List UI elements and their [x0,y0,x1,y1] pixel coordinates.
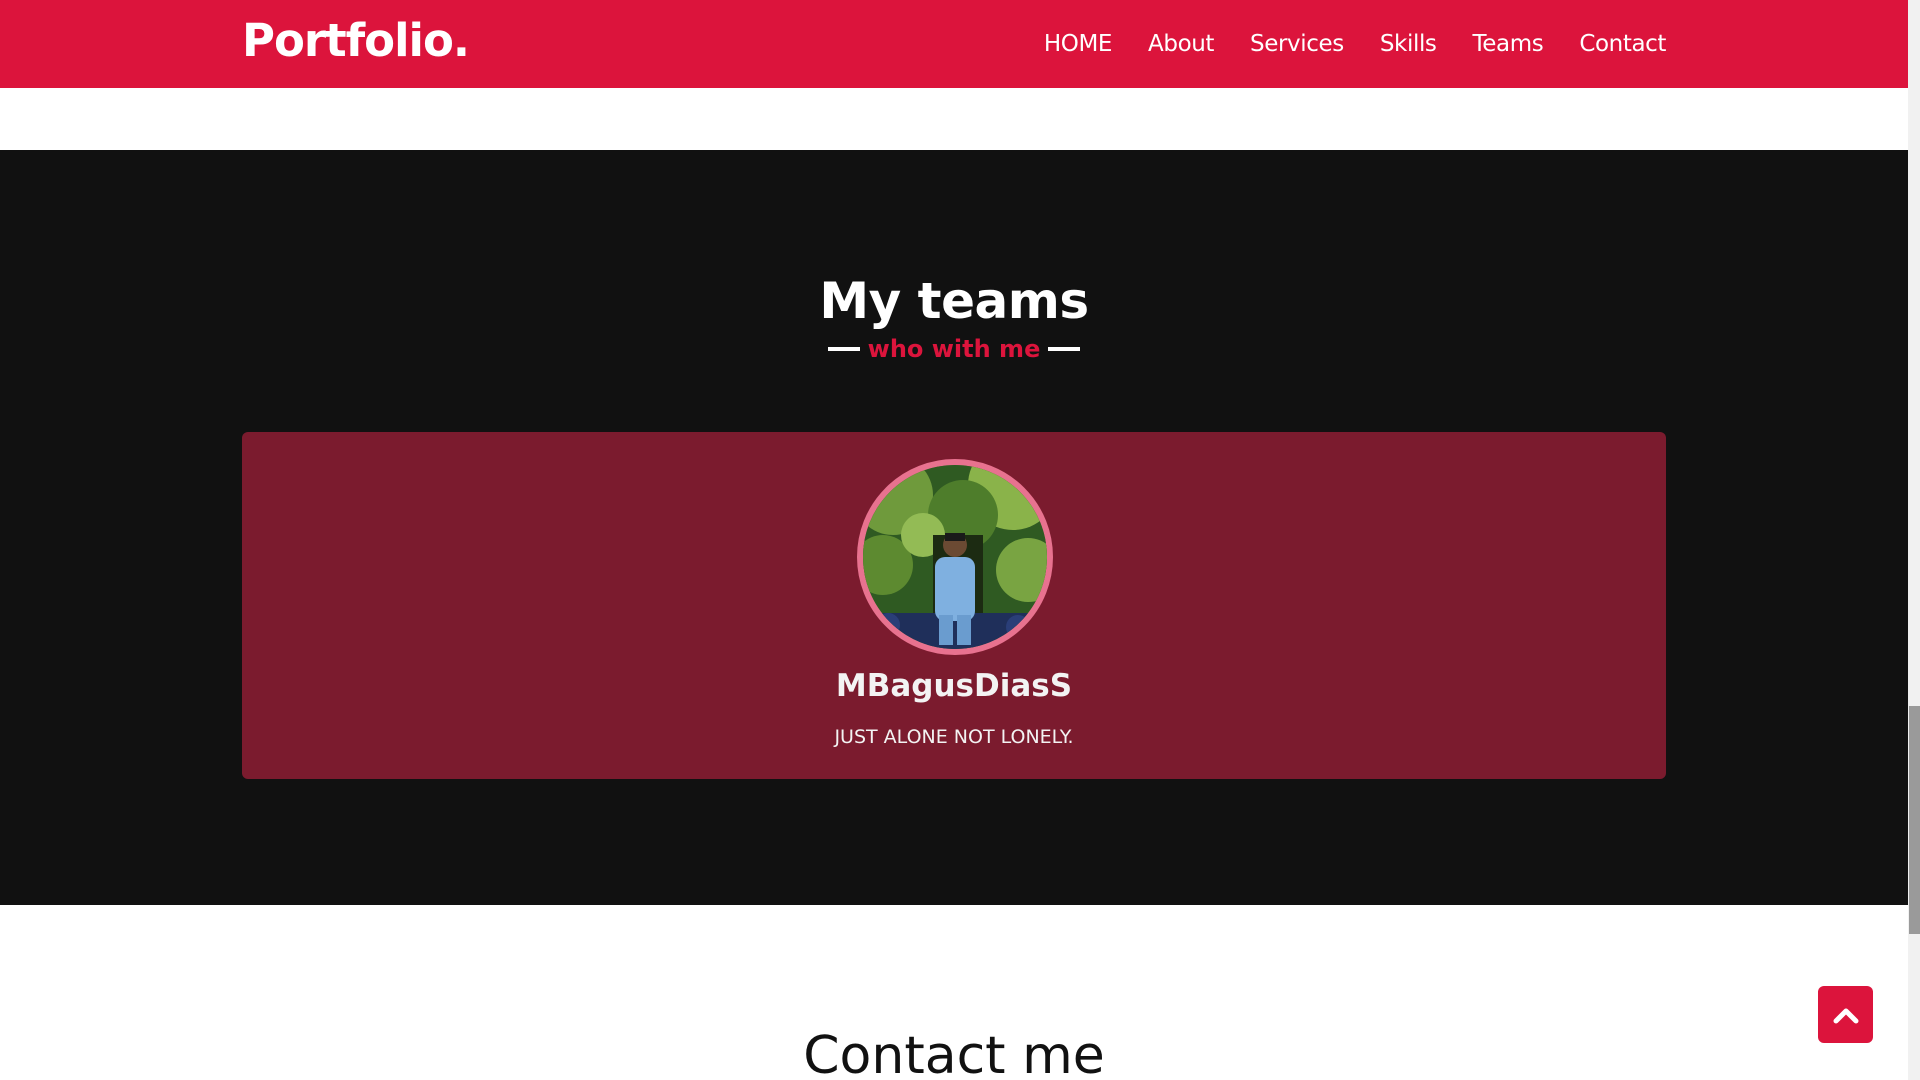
nav-link-contact[interactable]: Contact [1579,31,1666,57]
member-name: MBagusDiasS [835,668,1073,704]
member-avatar [857,459,1053,655]
page: Portfolio. HOME About Services Skills Te… [0,0,1908,1080]
member-tagline: JUST ALONE NOT LONELY. [834,726,1074,748]
teams-subtitle: who with me [0,335,1908,363]
teams-title: My teams [819,272,1089,330]
teams-subtitle-text: who with me [867,335,1041,363]
chevron-up-icon [1833,1008,1858,1023]
nav-item-home: HOME [1044,31,1113,57]
nav-item-about: About [1148,31,1214,57]
subtitle-dash-left [827,347,860,351]
team-member-card: MBagusDiasS JUST ALONE NOT LONELY. [242,432,1666,779]
navbar: Portfolio. HOME About Services Skills Te… [0,0,1908,88]
nav-link-teams[interactable]: Teams [1473,31,1544,57]
scrollbar-thumb[interactable] [1909,706,1920,934]
nav-item-contact: Contact [1579,31,1666,57]
nav-item-services: Services [1250,31,1344,57]
teams-section: My teams who with me MBagusDiasS JUST AL… [0,150,1908,905]
nav-link-home[interactable]: HOME [1044,31,1113,57]
subtitle-dash-right [1048,347,1081,351]
nav-link-services[interactable]: Services [1250,31,1344,57]
contact-title: Contact me [803,1026,1105,1080]
logo[interactable]: Portfolio. [242,14,470,67]
nav-item-teams: Teams [1473,31,1544,57]
nav-menu: HOME About Services Skills Teams Contact [1044,0,1667,88]
scroll-top-button[interactable] [1818,986,1873,1043]
nav-link-skills[interactable]: Skills [1380,31,1437,57]
nav-link-about[interactable]: About [1148,31,1214,57]
member-photo [863,465,1047,649]
nav-item-skills: Skills [1380,31,1437,57]
